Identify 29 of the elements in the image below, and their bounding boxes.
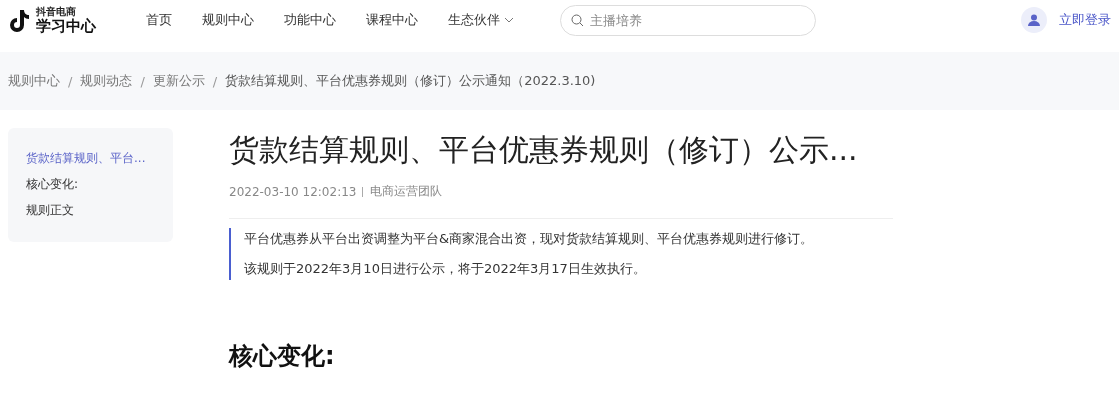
user-icon: [1028, 14, 1040, 26]
logo-subtitle: 抖音电商: [36, 6, 76, 17]
nav-link[interactable]: 规则中心: [202, 11, 254, 29]
breadcrumb-separator: /: [212, 73, 218, 89]
toc-item[interactable]: 规则正文: [26, 202, 173, 219]
nav-link[interactable]: 课程中心: [366, 11, 418, 29]
breadcrumb-link[interactable]: 货款结算规则、平台优惠券规则（修订）公示通知（2022.3.10): [225, 72, 596, 90]
breadcrumb-link[interactable]: 更新公示: [152, 72, 205, 90]
nav-link[interactable]: 生态伙伴: [448, 11, 514, 29]
breadcrumb-separator: /: [140, 73, 145, 89]
separator-icon: [362, 186, 365, 197]
article-title: 货款结算规则、平台优惠券规则（修订）公示...: [229, 131, 859, 169]
search-field[interactable]: 主播培养: [560, 4, 816, 36]
user-avatar[interactable]: [1021, 7, 1047, 33]
breadcrumb-link[interactable]: 规则中心: [8, 72, 60, 90]
publish-date: 2022-03-10 12:02:13: [229, 184, 357, 199]
logo-title: 学习中心: [36, 18, 96, 34]
toc-item[interactable]: 货款结算规则、平台...: [26, 150, 173, 167]
toc-item[interactable]: 核心变化:: [26, 176, 173, 193]
summary-text: 该规则于2022年3月10日进行公示，将于2022年3月17日生效执行。: [244, 260, 647, 278]
search-icon: [571, 13, 584, 27]
section-heading: 核心变化:: [229, 341, 336, 372]
breadcrumb-link[interactable]: 规则动态: [80, 72, 133, 90]
author: 电商运营团队: [370, 183, 443, 200]
login-link[interactable]: 立即登录: [1059, 11, 1111, 29]
summary-text: 平台优惠券从平台出资调整为平台&商家混合出资，现对货款结算规则、平台优惠券规则进行修订。: [244, 230, 815, 248]
nav-link[interactable]: 首页: [146, 11, 172, 29]
nav-link[interactable]: 功能中心: [284, 11, 336, 29]
breadcrumb-separator: /: [68, 73, 73, 89]
